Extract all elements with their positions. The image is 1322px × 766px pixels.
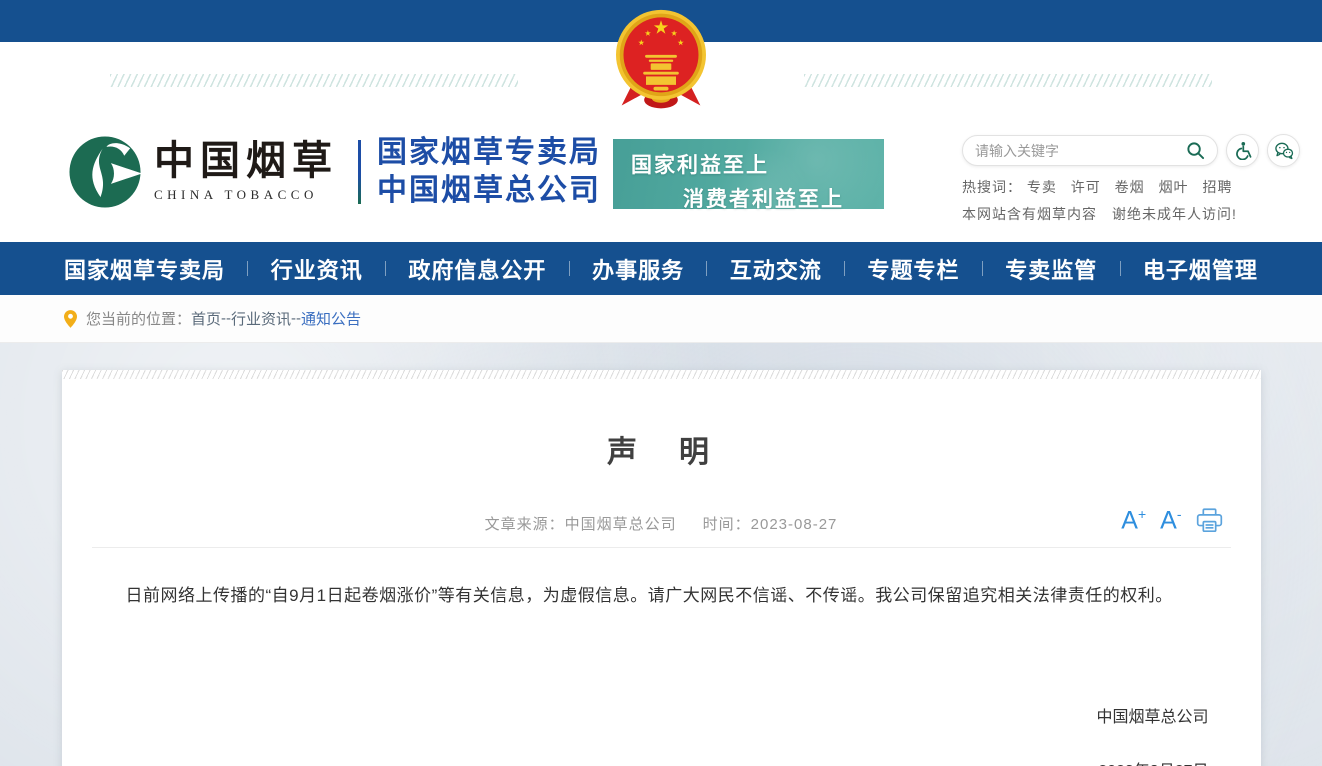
article-tools: A+ A- xyxy=(1121,507,1222,533)
nav-item-topics[interactable]: 专题专栏 xyxy=(868,253,960,285)
wechat-icon xyxy=(1274,141,1294,161)
font-decrease-button[interactable]: A- xyxy=(1160,507,1181,533)
nav-item-monopoly[interactable]: 专卖监管 xyxy=(1005,253,1097,285)
hot-word-xuke[interactable]: 许可 xyxy=(1071,179,1101,195)
nav-item-services[interactable]: 办事服务 xyxy=(592,253,684,285)
nav-separator xyxy=(706,261,707,276)
accessibility-icon xyxy=(1233,141,1252,160)
nav-separator xyxy=(569,261,570,276)
accessibility-button[interactable] xyxy=(1226,134,1259,167)
wechat-button[interactable] xyxy=(1267,134,1300,167)
nav-item-stma[interactable]: 国家烟草专卖局 xyxy=(64,253,225,285)
nav-separator xyxy=(844,261,845,276)
meta-divider xyxy=(92,547,1231,548)
breadcrumb-home[interactable]: 首页 xyxy=(191,308,221,329)
nav-separator xyxy=(385,261,386,276)
hot-search-row: 热搜词： 专卖 许可 卷烟 烟叶 招聘 xyxy=(962,177,1307,197)
decorative-hatch-left xyxy=(110,74,518,87)
main-nav: 国家烟草专卖局 行业资讯 政府信息公开 办事服务 互动交流 专题专栏 专卖监管 … xyxy=(0,242,1322,295)
search-icon xyxy=(1186,141,1205,160)
search-box[interactable] xyxy=(962,135,1218,166)
slogan-line1: 国家利益至上 xyxy=(631,149,884,179)
article-meta-row: 文章来源：中国烟草总公司 时间：2023-08-27 A+ A- xyxy=(62,507,1261,537)
nav-separator xyxy=(982,261,983,276)
time-label: 时间： xyxy=(703,516,751,533)
print-button[interactable] xyxy=(1196,508,1223,533)
hot-word-zhaopin[interactable]: 招聘 xyxy=(1202,179,1232,195)
breadcrumb-dash: -- xyxy=(291,310,301,327)
nav-item-gov-info[interactable]: 政府信息公开 xyxy=(408,253,546,285)
decorative-hatch-right xyxy=(804,74,1212,87)
site-logo[interactable]: 中国烟草 CHINA TOBACCO 国家烟草专卖局 中国烟草总公司 xyxy=(68,134,601,210)
breadcrumb-current[interactable]: 通知公告 xyxy=(301,308,361,329)
location-pin-icon xyxy=(64,310,77,328)
hot-word-juanyan[interactable]: 卷烟 xyxy=(1115,179,1145,195)
search-button[interactable] xyxy=(1186,141,1205,160)
nav-separator xyxy=(1120,261,1121,276)
org-title-line2: 中国烟草总公司 xyxy=(377,172,601,210)
nav-separator xyxy=(247,261,248,276)
minor-access-notice: 本网站含有烟草内容 谢绝未成年人访问! xyxy=(962,204,1307,224)
time-value: 2023-08-27 xyxy=(751,516,838,533)
article-body: 日前网络上传播的“自9月1日起卷烟涨价”等有关信息，为虚假信息。请广大网民不信谣… xyxy=(92,580,1231,611)
article-card: 声 明 文章来源：中国烟草总公司时间：2023-08-27 A+ A- xyxy=(62,370,1261,766)
nav-item-ecig[interactable]: 电子烟管理 xyxy=(1143,253,1258,285)
nav-item-interaction[interactable]: 互动交流 xyxy=(730,253,822,285)
source-value: 中国烟草总公司 xyxy=(565,516,677,533)
logo-divider xyxy=(358,140,361,204)
article-title: 声 明 xyxy=(62,427,1261,471)
org-title-line1: 国家烟草专卖局 xyxy=(377,134,601,172)
card-top-hatch xyxy=(62,370,1261,379)
search-area: 热搜词： 专卖 许可 卷烟 烟叶 招聘 本网站含有烟草内容 谢绝未成年人访问! xyxy=(962,134,1307,224)
hot-search-label: 热搜词： xyxy=(962,179,1022,195)
hot-word-yanye[interactable]: 烟叶 xyxy=(1159,179,1189,195)
logo-cn-text: 中国烟草 xyxy=(154,141,338,181)
font-increase-button[interactable]: A+ xyxy=(1121,507,1146,533)
printer-icon xyxy=(1196,508,1223,533)
slogan-line2: 消费者利益至上 xyxy=(631,183,884,213)
china-tobacco-logo-icon xyxy=(68,134,142,210)
signature-date: 2023年8月27日 xyxy=(62,757,1261,766)
source-label: 文章来源： xyxy=(485,516,565,533)
nav-item-industry-news[interactable]: 行业资讯 xyxy=(271,253,363,285)
breadcrumb: 您当前的位置： 首页 -- 行业资讯 -- 通知公告 xyxy=(0,295,1322,343)
org-title: 国家烟草专卖局 中国烟草总公司 xyxy=(377,134,601,210)
article-meta: 文章来源：中国烟草总公司 时间：2023-08-27 xyxy=(62,507,1261,534)
breadcrumb-section[interactable]: 行业资讯 xyxy=(231,308,291,329)
site-header: 中国烟草 CHINA TOBACCO 国家烟草专卖局 中国烟草总公司 国家利益至… xyxy=(0,42,1322,242)
signature-org: 中国烟草总公司 xyxy=(62,703,1261,727)
hot-word-zhuanmai[interactable]: 专卖 xyxy=(1027,179,1057,195)
logo-en-text: CHINA TOBACCO xyxy=(154,187,338,203)
main-content: 声 明 文章来源：中国烟草总公司时间：2023-08-27 A+ A- xyxy=(0,343,1322,766)
search-input[interactable] xyxy=(975,143,1186,159)
breadcrumb-label: 您当前的位置： xyxy=(86,308,191,329)
slogan-banner: 国家利益至上 消费者利益至上 xyxy=(613,139,884,209)
breadcrumb-dash: -- xyxy=(221,310,231,327)
national-emblem-icon xyxy=(614,8,708,118)
